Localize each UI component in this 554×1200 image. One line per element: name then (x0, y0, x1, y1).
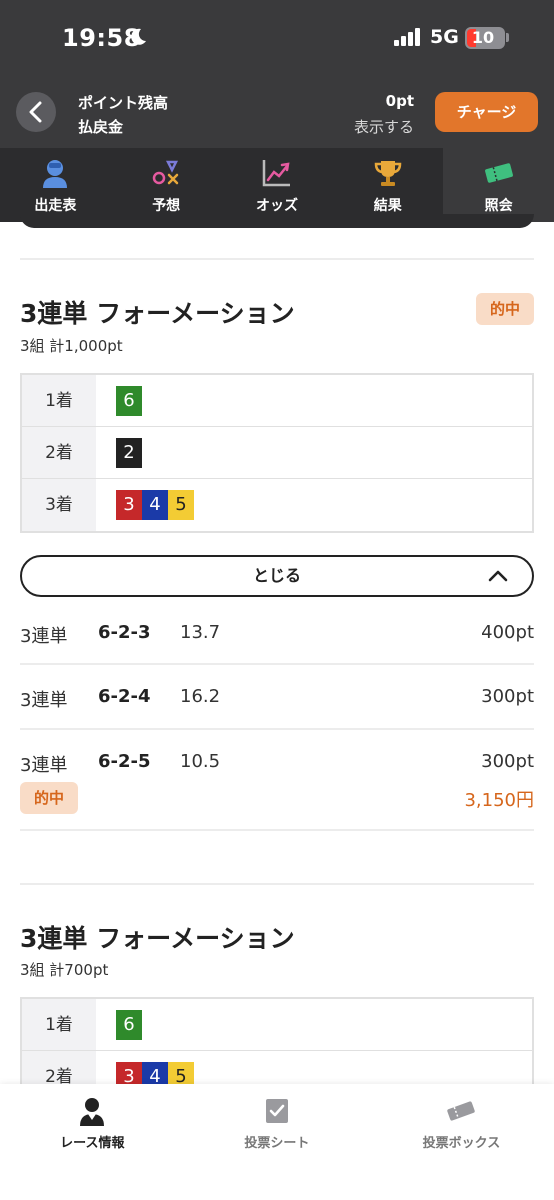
divider (20, 883, 534, 885)
nav-label: レース情報 (60, 1136, 125, 1151)
tab-label: 結果 (373, 198, 402, 214)
tab-label: オッズ (255, 198, 298, 214)
tab-prediction[interactable]: 予想 (111, 148, 222, 222)
tab-odds[interactable]: オッズ (222, 148, 333, 222)
odds-chart-icon (262, 160, 290, 187)
nav-vote-box[interactable]: 投票ボックス (369, 1084, 554, 1200)
boat-number: 6 (116, 385, 142, 416)
divider (20, 663, 534, 665)
bet-odds: 16.2 (180, 686, 221, 707)
boat-number: 2 (116, 437, 142, 468)
tab-entries[interactable]: 出走表 (0, 148, 111, 222)
divider (20, 258, 534, 260)
moon-icon (131, 28, 146, 45)
prediction-icon (152, 160, 179, 185)
battery-icon: 10 (465, 27, 505, 49)
bet-type: 3連単 (20, 690, 68, 711)
bet-amount: 300pt (481, 686, 534, 707)
bet-combo: 6-2-3 (98, 622, 151, 643)
tickets-icon (447, 1101, 476, 1121)
signal-icon (394, 28, 420, 46)
bet-type: 3連単 (20, 755, 68, 776)
collapse-button[interactable]: とじる (20, 555, 534, 597)
tab-label: 予想 (152, 198, 181, 214)
points-value: 0pt (385, 92, 414, 110)
bet-type: 3連単 (20, 626, 68, 647)
bet-odds: 10.5 (180, 751, 221, 772)
app-header: 19:58 5G 10 ポイント残高 払戻金 0pt 表示する チャージ (0, 0, 554, 148)
hit-badge: 的中 (20, 782, 78, 814)
bet-amount: 300pt (481, 751, 534, 772)
bet-line: 3連単 6-2-3 13.7 400pt (20, 622, 534, 647)
charge-button[interactable]: チャージ (435, 92, 538, 132)
points-label: ポイント残高 (78, 94, 169, 112)
back-button[interactable] (16, 92, 56, 132)
previous-card-edge (20, 214, 534, 228)
bet-summary: 3組 計1,000pt (20, 337, 123, 355)
bet-line: 3連単 6-2-4 16.2 300pt (20, 686, 534, 711)
racer-icon (43, 160, 68, 188)
bet-odds: 13.7 (180, 622, 221, 643)
bet-combo: 6-2-4 (98, 686, 151, 707)
nav-race-info[interactable]: レース情報 (0, 1084, 185, 1200)
chevron-left-icon (29, 101, 42, 123)
tab-label: 照会 (484, 198, 513, 214)
boat-number: 6 (116, 1009, 142, 1040)
formation-row-first: 1着 6 (22, 999, 532, 1051)
network-label: 5G (430, 26, 459, 48)
chevron-up-icon (488, 570, 508, 582)
boat-number: 3 (116, 490, 142, 520)
formation-row-third: 3着 3 4 5 (22, 479, 532, 531)
show-refund-link[interactable]: 表示する (354, 116, 414, 137)
refund-label: 払戻金 (78, 118, 124, 136)
tab-inquiry[interactable]: 照会 (443, 148, 554, 222)
check-sheet-icon (265, 1099, 288, 1123)
nav-label: 投票ボックス (422, 1136, 501, 1151)
place-label: 2着 (22, 427, 96, 478)
tab-results[interactable]: 結果 (332, 148, 443, 222)
battery-level: 10 (471, 28, 495, 47)
nav-label: 投票シート (244, 1136, 310, 1151)
boat-number: 4 (142, 490, 168, 520)
formation-row-second: 2着 2 (22, 427, 532, 479)
collapse-label: とじる (252, 566, 301, 585)
place-label: 3着 (22, 479, 96, 531)
formation-row-first: 1着 6 (22, 375, 532, 427)
hit-badge: 的中 (476, 293, 534, 325)
place-label: 1着 (22, 375, 96, 426)
formation-table: 1着 6 2着 2 3着 3 4 5 (20, 373, 534, 533)
bet-amount: 400pt (481, 622, 534, 643)
bet-combo: 6-2-5 (98, 751, 151, 772)
payout-amount: 3,150円 (464, 790, 534, 811)
divider (20, 829, 534, 831)
bet-title: 3連単 フォーメーション (20, 299, 295, 328)
place-label: 1着 (22, 999, 96, 1050)
trophy-icon (374, 161, 402, 186)
racer-icon (80, 1098, 105, 1126)
bet-summary: 3組 計700pt (20, 961, 109, 979)
bet-line: 3連単 6-2-5 10.5 300pt (20, 751, 534, 776)
nav-vote-sheet[interactable]: 投票シート (185, 1084, 370, 1200)
bottom-nav: レース情報 投票シート 投票ボックス (0, 1084, 554, 1200)
tab-label: 出走表 (34, 198, 77, 214)
ticket-icon (484, 163, 513, 183)
bet-title: 3連単 フォーメーション (20, 924, 295, 953)
race-tabs: 出走表 予想 オッズ 結果 照会 (0, 148, 554, 222)
battery-cap (506, 33, 509, 42)
divider (20, 728, 534, 730)
boat-number: 5 (168, 490, 194, 520)
